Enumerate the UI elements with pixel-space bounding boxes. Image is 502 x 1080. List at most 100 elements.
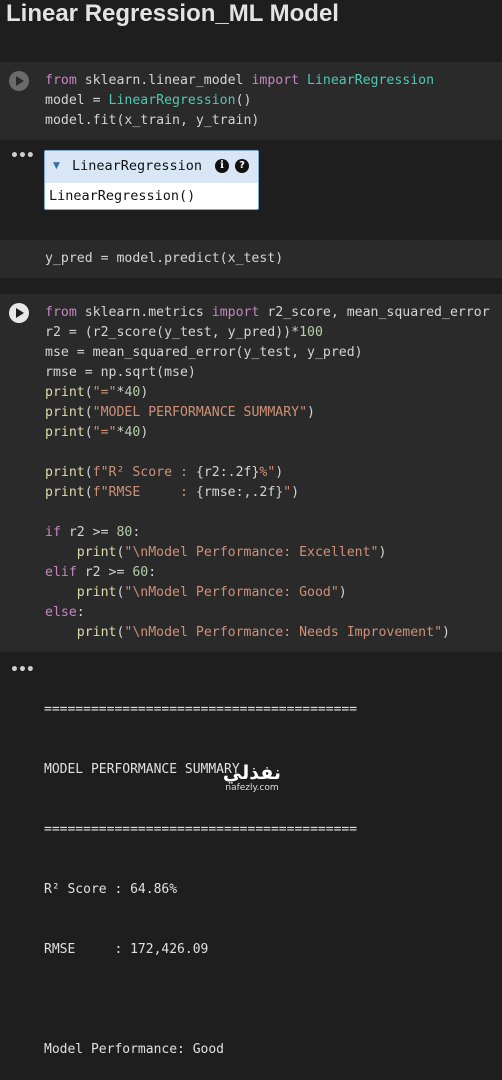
code-token: sklearn.linear_model xyxy=(76,73,252,88)
code-line: rmse = np.sqrt(mse) xyxy=(45,363,502,383)
code-token: () xyxy=(235,93,252,108)
code-cell-2[interactable]: y_pred = model.predict(x_test) xyxy=(0,240,502,278)
code-token: elif xyxy=(45,565,77,580)
code-line: print("="*40) xyxy=(45,383,502,403)
code-token: : xyxy=(132,525,141,540)
code-token: "\nModel Performance: Good" xyxy=(124,585,339,600)
code-editor[interactable]: from sklearn.linear_model import LinearR… xyxy=(45,71,495,131)
triangle-down-icon[interactable]: ▼ xyxy=(53,161,60,171)
code-token: f"RMSE : xyxy=(92,485,196,500)
code-token: {rmse:,.2f} xyxy=(195,485,284,500)
code-token: 100 xyxy=(299,325,323,340)
run-cell-button[interactable] xyxy=(9,303,29,323)
code-token: mse = mean_squared_error(y_test, y_pred) xyxy=(45,345,363,360)
output-line: R² Score : 64.86% xyxy=(44,882,178,897)
code-token: print xyxy=(45,465,85,480)
code-line: print("="*40) xyxy=(45,423,502,443)
code-line: from sklearn.metrics import r2_score, me… xyxy=(45,303,502,323)
output-line: Model Performance: Good xyxy=(44,1042,225,1057)
code-token: f"R² Score : xyxy=(92,465,196,480)
code-token: r2 >= xyxy=(76,565,133,580)
more-horizontal-icon[interactable]: ••• xyxy=(10,662,35,678)
code-token: {r2:.2f} xyxy=(195,465,260,480)
code-token: ( xyxy=(84,405,93,420)
code-token: import xyxy=(211,305,260,320)
output-line: ======================================== xyxy=(44,822,358,837)
code-token: r2 = (r2_score(y_test, y_pred))* xyxy=(45,325,300,340)
code-token: print xyxy=(76,545,117,560)
code-token: model.fit(x_train, y_train) xyxy=(45,113,260,128)
code-line: else: xyxy=(45,603,502,623)
code-token: from xyxy=(45,73,77,88)
code-token: LinearRegression xyxy=(299,73,435,88)
play-icon xyxy=(16,308,24,318)
code-token: : xyxy=(76,605,85,620)
code-token: ) xyxy=(140,385,149,400)
code-token: print xyxy=(45,485,85,500)
code-line: model = LinearRegression() xyxy=(45,91,495,111)
code-token: "=" xyxy=(92,425,117,440)
code-line: r2 = (r2_score(y_test, y_pred))*100 xyxy=(45,323,502,343)
code-token: ( xyxy=(84,385,93,400)
code-token: model = xyxy=(45,93,109,108)
code-token: "=" xyxy=(92,385,117,400)
code-line: model.fit(x_train, y_train) xyxy=(45,111,495,131)
code-token: "\nModel Performance: Excellent" xyxy=(124,545,379,560)
code-token: from xyxy=(45,305,77,320)
code-line: print(f"R² Score : {r2:.2f}%") xyxy=(45,463,502,483)
estimator-name: LinearRegression xyxy=(72,158,203,174)
code-token: ( xyxy=(84,465,93,480)
code-line: if r2 >= 80: xyxy=(45,523,502,543)
code-token: ) xyxy=(378,545,387,560)
code-token: 80 xyxy=(116,525,133,540)
code-token: 40 xyxy=(124,385,141,400)
code-token: else xyxy=(45,605,77,620)
code-token: import xyxy=(251,73,300,88)
code-token: 40 xyxy=(124,425,141,440)
code-token: print xyxy=(45,385,85,400)
code-token: "MODEL PERFORMANCE SUMMARY" xyxy=(92,405,308,420)
code-token: : xyxy=(148,565,157,580)
output-line: ======================================== xyxy=(44,702,358,717)
play-icon xyxy=(16,76,24,86)
code-token: "\nModel Performance: Needs Improvement" xyxy=(124,625,443,640)
code-token: sklearn.metrics xyxy=(76,305,212,320)
code-token: ) xyxy=(338,585,347,600)
code-cell-3[interactable]: from sklearn.metrics import r2_score, me… xyxy=(0,294,502,652)
output-line: MODEL PERFORMANCE SUMMARY xyxy=(44,762,240,777)
estimator-header[interactable]: ▼ LinearRegression i ? xyxy=(45,151,258,183)
code-line: y_pred = model.predict(x_test) xyxy=(45,249,495,269)
code-token: print xyxy=(76,625,117,640)
info-icon[interactable]: i xyxy=(215,159,229,173)
output-line: RMSE : 172,426.09 xyxy=(44,942,209,957)
run-cell-button[interactable] xyxy=(9,71,29,91)
code-token: ) xyxy=(275,465,284,480)
estimator-repr: LinearRegression() xyxy=(49,188,196,204)
estimator-widget[interactable]: ▼ LinearRegression i ? LinearRegression(… xyxy=(44,150,259,210)
code-line: mse = mean_squared_error(y_test, y_pred) xyxy=(45,343,502,363)
code-token: y_pred = model.predict(x_test) xyxy=(45,251,284,266)
code-token: 60 xyxy=(132,565,149,580)
code-token: r2_score, mean_squared_error xyxy=(259,305,490,320)
code-token: %" xyxy=(259,465,276,480)
notebook-title: Linear Regression_ML Model xyxy=(6,0,339,27)
code-token: ) xyxy=(291,485,300,500)
more-horizontal-icon[interactable]: ••• xyxy=(10,148,35,164)
code-token: if xyxy=(45,525,61,540)
code-token: ( xyxy=(84,425,93,440)
code-line: from sklearn.linear_model import LinearR… xyxy=(45,71,495,91)
watermark-arabic: نفذلي xyxy=(222,762,282,784)
code-editor[interactable]: y_pred = model.predict(x_test) xyxy=(45,249,495,269)
code-token: print xyxy=(76,585,117,600)
code-cell-1[interactable]: from sklearn.linear_model import LinearR… xyxy=(0,62,502,140)
code-token: print xyxy=(45,405,85,420)
code-token: ) xyxy=(140,425,149,440)
watermark-url: nafezly.com xyxy=(225,783,279,793)
code-editor[interactable]: from sklearn.metrics import r2_score, me… xyxy=(45,303,502,643)
code-token: ) xyxy=(442,625,450,640)
help-icon[interactable]: ? xyxy=(235,159,249,173)
